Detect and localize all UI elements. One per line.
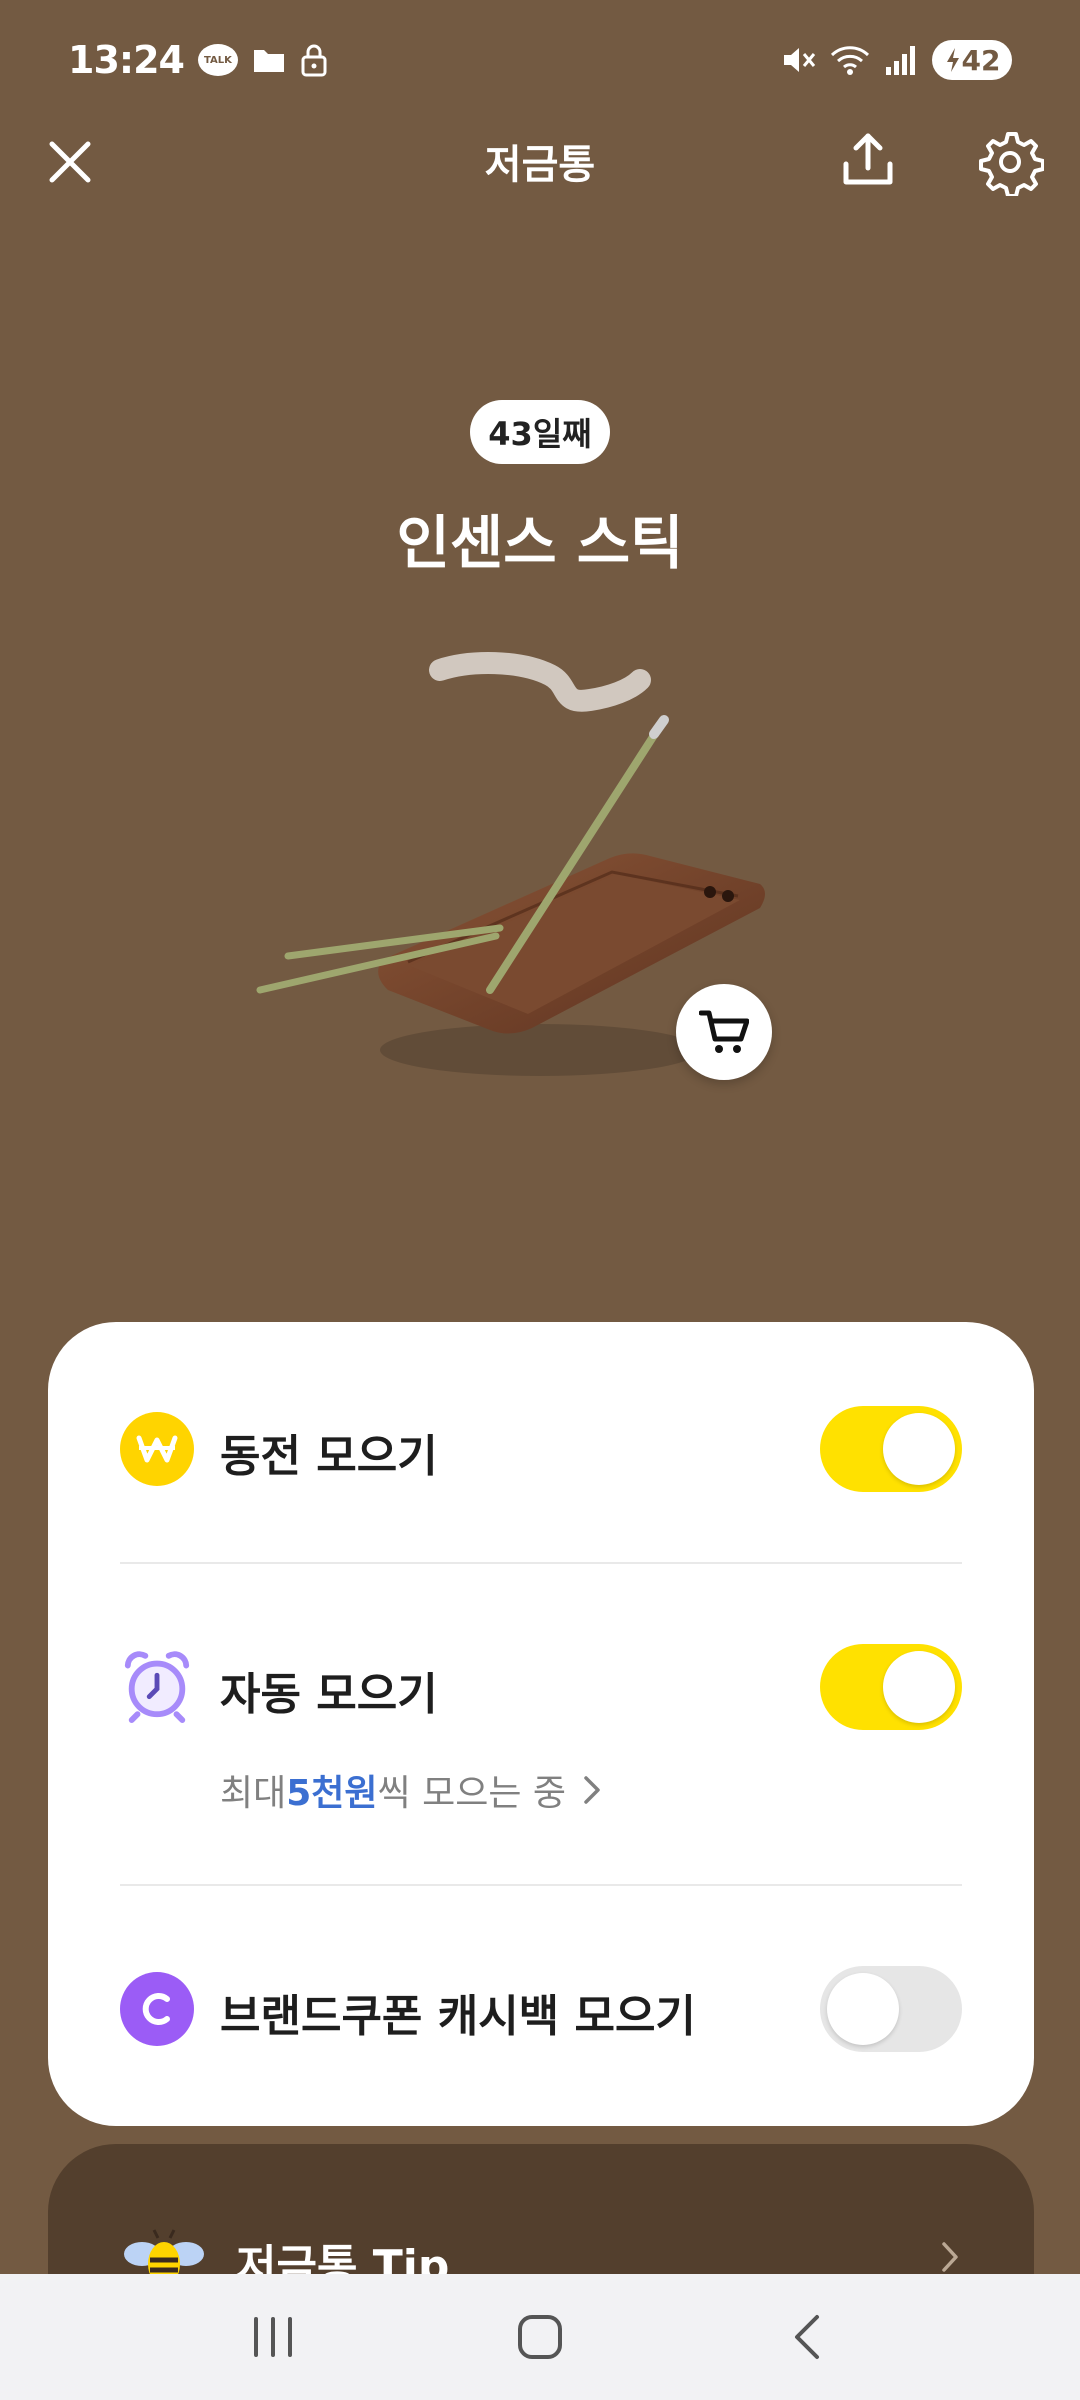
mute-icon xyxy=(780,42,816,78)
toggle-knob xyxy=(883,1413,955,1485)
coin-savings-row: 동전 모으기 xyxy=(120,1404,962,1494)
kakaotalk-icon: TALK xyxy=(197,44,238,76)
auto-savings-detail-suffix: 씩 모으는 중 xyxy=(377,1773,567,1814)
back-button[interactable] xyxy=(767,2297,847,2377)
coin-savings-toggle[interactable] xyxy=(820,1406,962,1492)
coin-savings-label: 동전 모으기 xyxy=(220,1431,438,1482)
cashback-savings-row: 브랜드쿠폰 캐시백 모으기 xyxy=(120,1964,962,2054)
recent-apps-button[interactable] xyxy=(233,2297,313,2377)
divider xyxy=(120,1884,962,1886)
settings-button[interactable] xyxy=(976,128,1045,198)
top-nav: 저금통 xyxy=(0,110,1080,210)
cart-icon xyxy=(699,1010,749,1053)
cart-button[interactable] xyxy=(676,984,772,1080)
status-right: 42 xyxy=(780,40,1012,80)
auto-savings-detail-link[interactable]: 최대 5천원 씩 모으는 중 xyxy=(220,1764,602,1816)
toggle-knob xyxy=(883,1651,955,1723)
day-count-badge: 43일째 xyxy=(470,400,610,464)
system-navigation-bar xyxy=(0,2274,1080,2400)
home-button[interactable] xyxy=(500,2297,580,2377)
share-button[interactable] xyxy=(836,128,900,192)
auto-savings-toggle[interactable] xyxy=(820,1644,962,1730)
gear-icon xyxy=(979,132,1045,198)
battery-indicator: 42 xyxy=(932,40,1012,80)
alarm-clock-icon xyxy=(120,1648,194,1723)
page-title: 저금통 xyxy=(484,142,596,188)
recent-apps-icon xyxy=(254,2317,293,2357)
home-icon xyxy=(517,2315,562,2359)
cashback-c-icon xyxy=(120,1972,194,2046)
back-icon xyxy=(794,2315,819,2359)
toggle-knob xyxy=(827,1973,899,2045)
chevron-right-icon xyxy=(940,2240,960,2278)
auto-savings-detail-prefix: 최대 xyxy=(220,1773,287,1814)
lock-icon xyxy=(300,43,328,77)
auto-savings-row: 자동 모으기 xyxy=(120,1642,962,1732)
chevron-right-icon xyxy=(582,1774,602,1806)
folder-icon xyxy=(252,46,286,74)
battery-level: 42 xyxy=(961,43,1001,77)
status-left: 13:24 TALK xyxy=(68,38,328,82)
status-time: 13:24 xyxy=(68,38,185,82)
cashback-savings-toggle[interactable] xyxy=(820,1966,962,2052)
auto-savings-amount: 5천원 xyxy=(286,1773,378,1814)
item-title: 인센스 스틱 xyxy=(396,509,684,577)
savings-options-card: 동전 모으기 자동 모으기 최대 5천원 씩 모으는 중 브랜드쿠폰 캐시백 모… xyxy=(48,1322,1034,2126)
won-coin-icon xyxy=(120,1412,194,1486)
wifi-icon xyxy=(830,43,870,77)
auto-savings-label: 자동 모으기 xyxy=(220,1669,438,1720)
cashback-savings-label: 브랜드쿠폰 캐시백 모으기 xyxy=(220,1991,696,2042)
share-icon xyxy=(843,133,893,185)
signal-icon xyxy=(884,43,918,77)
status-bar: 13:24 TALK 42 xyxy=(0,0,1080,120)
divider xyxy=(120,1562,962,1564)
